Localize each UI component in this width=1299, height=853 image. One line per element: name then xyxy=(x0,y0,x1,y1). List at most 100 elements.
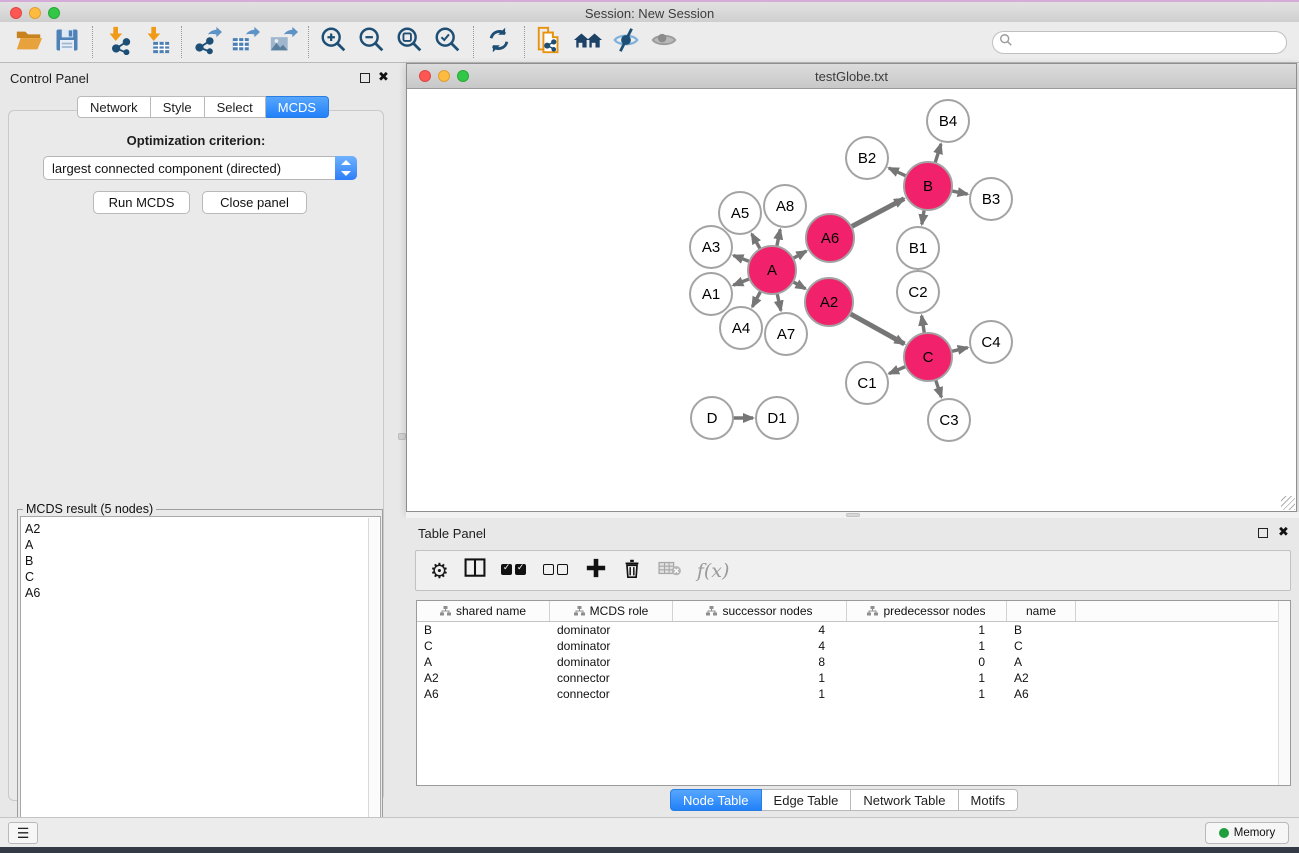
node-A1[interactable]: A1 xyxy=(690,273,732,315)
hide-graphics-details-button[interactable] xyxy=(607,25,645,59)
toolbar-separator xyxy=(524,26,525,58)
table-settings-button[interactable]: ⚙ xyxy=(430,556,449,586)
import-network-icon xyxy=(103,25,133,60)
import-network-button[interactable] xyxy=(99,25,137,59)
network-file-button[interactable] xyxy=(531,25,569,59)
network-window-titlebar[interactable]: testGlobe.txt xyxy=(407,64,1296,89)
node-B2[interactable]: B2 xyxy=(846,137,888,179)
float-table-panel-icon[interactable] xyxy=(1258,528,1268,538)
tab-style[interactable]: Style xyxy=(151,96,205,118)
cell-predecessor-nodes: 1 xyxy=(847,623,1007,637)
panel-divider-grip[interactable] xyxy=(398,433,406,440)
apply-layout-button[interactable] xyxy=(480,25,518,59)
tab-motifs[interactable]: Motifs xyxy=(959,789,1019,811)
table-row[interactable]: A2connector11A2 xyxy=(417,670,1290,686)
node-C[interactable]: C xyxy=(904,333,952,381)
result-item[interactable]: A2 xyxy=(25,521,380,537)
zoom-out-button[interactable] xyxy=(353,25,391,59)
node-D1[interactable]: D1 xyxy=(756,397,798,439)
open-session-button[interactable] xyxy=(10,25,48,59)
cell-successor-nodes: 1 xyxy=(673,687,847,701)
network-canvas[interactable]: B4 B2 B B3 A8A5 A6 A3 B1 A C2 A1 A2 A4 A7 C4 C C1 D D1 C3 xyxy=(407,89,1296,511)
add-column-button[interactable] xyxy=(585,556,607,586)
run-mcds-button[interactable]: Run MCDS xyxy=(93,191,190,214)
save-session-button[interactable] xyxy=(48,25,86,59)
mcds-panel: Optimization criterion: largest connecte… xyxy=(8,110,384,801)
tab-select[interactable]: Select xyxy=(205,96,266,118)
trash-icon xyxy=(621,557,643,584)
zoom-selected-button[interactable] xyxy=(429,25,467,59)
node-A6[interactable]: A6 xyxy=(806,214,854,262)
home-button[interactable] xyxy=(569,25,607,59)
tab-mcds[interactable]: MCDS xyxy=(266,96,329,118)
mcds-result-list[interactable]: A2ABCA6 xyxy=(20,516,381,845)
table-scrollbar[interactable] xyxy=(1278,601,1290,785)
node-A2[interactable]: A2 xyxy=(805,278,853,326)
result-item[interactable]: C xyxy=(25,569,380,585)
export-table-button[interactable] xyxy=(226,25,264,59)
node-B1[interactable]: B1 xyxy=(897,227,939,269)
node-C3[interactable]: C3 xyxy=(928,399,970,441)
node-A8[interactable]: A8 xyxy=(764,185,806,227)
show-column-panel-button[interactable] xyxy=(463,556,487,586)
function-builder-button[interactable]: f(x) xyxy=(697,556,730,586)
result-item[interactable]: B xyxy=(25,553,380,569)
optimization-criterion-dropdown[interactable]: largest connected component (directed) xyxy=(43,156,357,180)
table-row[interactable]: A6connector11A6 xyxy=(417,686,1290,702)
column-header-successor-nodes[interactable]: successor nodes xyxy=(673,601,847,621)
zoom-fit-button[interactable] xyxy=(391,25,429,59)
node-A7[interactable]: A7 xyxy=(765,313,807,355)
table-tabs: Node TableEdge TableNetwork TableMotifs xyxy=(670,789,1018,811)
column-header-name[interactable]: name xyxy=(1007,601,1076,621)
node-D[interactable]: D xyxy=(691,397,733,439)
table-row[interactable]: Cdominator41C xyxy=(417,638,1290,654)
cell-MCDS-role: connector xyxy=(550,671,673,685)
node-A4[interactable]: A4 xyxy=(720,307,762,349)
tab-edge-table[interactable]: Edge Table xyxy=(762,789,852,811)
export-image-button[interactable] xyxy=(264,25,302,59)
tab-node-table[interactable]: Node Table xyxy=(670,789,762,811)
shared-column-icon xyxy=(706,606,717,616)
window-resize-grip[interactable] xyxy=(1281,496,1295,510)
column-label: successor nodes xyxy=(722,604,812,618)
tab-network[interactable]: Network xyxy=(77,96,151,118)
delete-column-button[interactable] xyxy=(621,556,643,586)
node-C2[interactable]: C2 xyxy=(897,271,939,313)
memory-button[interactable]: Memory xyxy=(1205,822,1289,844)
zoom-in-button[interactable] xyxy=(315,25,353,59)
svg-text:A7: A7 xyxy=(777,326,795,343)
column-header-predecessor-nodes[interactable]: predecessor nodes xyxy=(847,601,1007,621)
close-table-panel-icon[interactable]: ✖ xyxy=(1278,524,1289,540)
select-all-columns-button[interactable] xyxy=(501,556,529,586)
node-C1[interactable]: C1 xyxy=(846,362,888,404)
node-A5[interactable]: A5 xyxy=(719,192,761,234)
show-graphics-details-button[interactable] xyxy=(645,25,683,59)
result-list-scrollbar[interactable] xyxy=(368,518,379,845)
search-input[interactable] xyxy=(1017,36,1286,50)
delete-table-button[interactable] xyxy=(657,556,683,586)
node-B4[interactable]: B4 xyxy=(927,100,969,142)
node-B3[interactable]: B3 xyxy=(970,178,1012,220)
cell-name: A xyxy=(1007,655,1076,669)
float-panel-icon[interactable] xyxy=(360,73,370,83)
node-B[interactable]: B xyxy=(904,162,952,210)
node-A3[interactable]: A3 xyxy=(690,226,732,268)
toolbar-separator xyxy=(473,26,474,58)
result-item[interactable]: A6 xyxy=(25,585,380,601)
splitter-grip[interactable] xyxy=(846,513,860,517)
column-header-MCDS-role[interactable]: MCDS role xyxy=(550,601,673,621)
result-item[interactable]: A xyxy=(25,537,380,553)
node-C4[interactable]: C4 xyxy=(970,321,1012,363)
tab-network-table[interactable]: Network Table xyxy=(851,789,958,811)
deselect-all-columns-button[interactable] xyxy=(543,556,571,586)
close-panel-button[interactable]: Close panel xyxy=(202,191,307,214)
export-network-button[interactable] xyxy=(188,25,226,59)
node-A[interactable]: A xyxy=(748,246,796,294)
control-panel-title: Control Panel xyxy=(10,71,89,86)
close-panel-icon[interactable]: ✖ xyxy=(378,69,389,85)
import-table-button[interactable] xyxy=(137,25,175,59)
task-history-button[interactable]: ☰ xyxy=(8,822,38,844)
table-row[interactable]: Adominator80A xyxy=(417,654,1290,670)
column-header-shared-name[interactable]: shared name xyxy=(417,601,550,621)
table-row[interactable]: Bdominator41B xyxy=(417,622,1290,638)
